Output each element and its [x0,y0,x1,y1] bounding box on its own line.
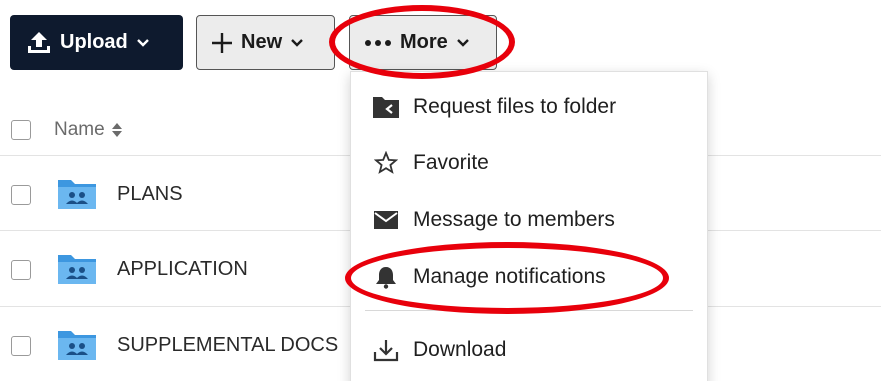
menu-separator [365,310,693,311]
star-icon [371,151,401,175]
shared-folder-icon [57,176,97,215]
menu-item-download[interactable]: Download [351,325,707,375]
bell-icon [371,265,401,289]
more-dropdown-menu: Request files to folder Favorite Message… [350,71,708,381]
chevron-down-icon [456,38,470,48]
download-icon [371,338,401,362]
row-checkbox[interactable] [11,260,31,280]
folder-request-icon [371,95,401,119]
menu-item-label: Favorite [413,151,489,174]
envelope-icon [371,210,401,230]
new-button[interactable]: New [196,15,335,70]
shared-folder-icon [57,251,97,290]
folder-name-link[interactable]: SUPPLEMENTAL DOCS [117,334,338,357]
name-header-label: Name [54,119,105,140]
chevron-down-icon [290,38,304,48]
plus-icon [211,32,233,54]
row-checkbox[interactable] [11,336,31,356]
sort-icon [111,121,123,139]
menu-item-label: Download [413,338,507,361]
name-column-header[interactable]: Name [54,119,123,141]
menu-item-label: Manage notifications [413,265,606,288]
upload-button[interactable]: Upload [10,15,183,70]
row-checkbox[interactable] [11,185,31,205]
menu-item-request-files[interactable]: Request files to folder [351,82,707,132]
upload-label: Upload [60,31,128,53]
menu-item-manage-notifications[interactable]: Manage notifications [351,252,707,302]
file-browser: Upload New More Name PLANS APPLICATION S… [0,0,881,381]
menu-item-favorite[interactable]: Favorite [351,138,707,188]
menu-item-message-members[interactable]: Message to members [351,195,707,245]
menu-item-label: Request files to folder [413,95,617,118]
shared-folder-icon [57,327,97,366]
upload-icon [26,31,52,55]
ellipsis-icon [364,39,392,47]
select-all-checkbox[interactable] [11,120,31,140]
new-label: New [241,31,283,53]
folder-name-link[interactable]: APPLICATION [117,258,248,281]
more-label: More [400,31,448,53]
chevron-down-icon [136,38,150,48]
more-button[interactable]: More [349,15,497,70]
menu-item-label: Message to members [413,208,615,231]
folder-name-link[interactable]: PLANS [117,183,183,206]
